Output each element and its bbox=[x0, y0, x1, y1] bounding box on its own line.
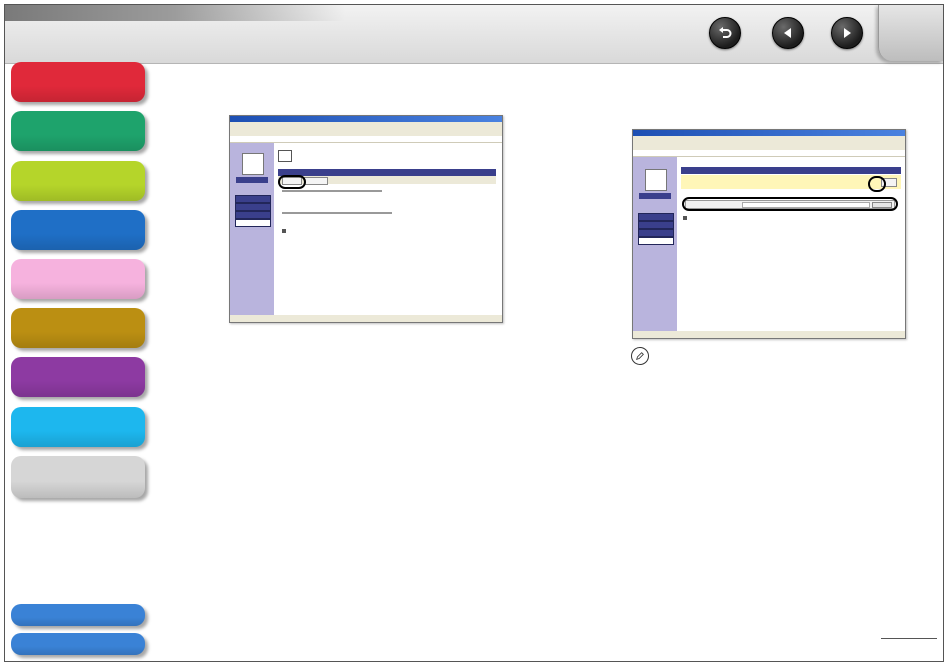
chapter-tab-9[interactable] bbox=[11, 456, 145, 498]
printer-logo-icon bbox=[242, 153, 264, 175]
remote-ui-sidebar bbox=[230, 143, 274, 315]
instruction-text bbox=[282, 212, 392, 214]
export-section-header bbox=[278, 169, 496, 176]
remote-ui-sidebar bbox=[633, 157, 677, 331]
export-action-row bbox=[278, 176, 496, 185]
back-link-icon[interactable] bbox=[683, 216, 687, 220]
address-button[interactable] bbox=[638, 229, 674, 237]
chapter-tab-1[interactable] bbox=[11, 62, 145, 102]
triangle-right-icon bbox=[844, 28, 851, 38]
job-status-button[interactable] bbox=[638, 221, 674, 229]
logo-band bbox=[639, 193, 671, 199]
screenshot-export-user-data bbox=[229, 115, 503, 323]
address-bar bbox=[230, 136, 502, 143]
workspace-button[interactable] bbox=[304, 177, 328, 185]
address-bar bbox=[633, 150, 905, 157]
instruction-text bbox=[282, 190, 382, 192]
status-bar bbox=[633, 331, 905, 338]
device-icon bbox=[278, 150, 292, 162]
chapter-tab-11[interactable] bbox=[11, 633, 145, 655]
chapter-tab-6[interactable] bbox=[11, 308, 145, 348]
browser-toolbar bbox=[633, 136, 905, 151]
highlight-export bbox=[278, 175, 306, 189]
device-button[interactable] bbox=[638, 213, 674, 221]
address-button[interactable] bbox=[235, 211, 271, 219]
chapter-tab-4[interactable] bbox=[11, 210, 145, 250]
header-sweep bbox=[5, 5, 345, 21]
chapter-tab-5[interactable] bbox=[11, 259, 145, 299]
device-button[interactable] bbox=[235, 195, 271, 203]
browser-toolbar bbox=[230, 122, 502, 137]
page-number-rule bbox=[881, 638, 937, 639]
triangle-left-icon bbox=[784, 28, 791, 38]
import-section-header bbox=[681, 167, 901, 174]
back-button[interactable] bbox=[709, 17, 741, 49]
add-func-button[interactable] bbox=[235, 219, 271, 227]
next-page-button[interactable] bbox=[831, 17, 863, 49]
chapter-tab-3[interactable] bbox=[11, 161, 145, 201]
previous-page-button[interactable] bbox=[772, 17, 804, 49]
chapter-tab-10[interactable] bbox=[11, 604, 145, 626]
back-link-icon[interactable] bbox=[282, 229, 286, 233]
pencil-note-icon bbox=[631, 347, 649, 365]
status-bar bbox=[230, 315, 502, 322]
chapter-tab-7[interactable] bbox=[11, 357, 145, 397]
top-toolbar bbox=[5, 5, 943, 64]
screenshot-import-user-data bbox=[632, 129, 906, 339]
chapter-tab-2[interactable] bbox=[11, 111, 145, 151]
job-status-button[interactable] bbox=[235, 203, 271, 211]
corner-tab[interactable] bbox=[878, 5, 943, 61]
return-arrow-icon bbox=[719, 27, 732, 38]
chapter-tab-8[interactable] bbox=[11, 407, 145, 447]
add-func-button[interactable] bbox=[638, 237, 674, 245]
highlight-file-path bbox=[682, 197, 898, 211]
logo-band bbox=[236, 177, 268, 183]
page-frame bbox=[4, 4, 944, 662]
printer-logo-icon bbox=[645, 169, 667, 191]
highlight-ok bbox=[868, 176, 886, 192]
